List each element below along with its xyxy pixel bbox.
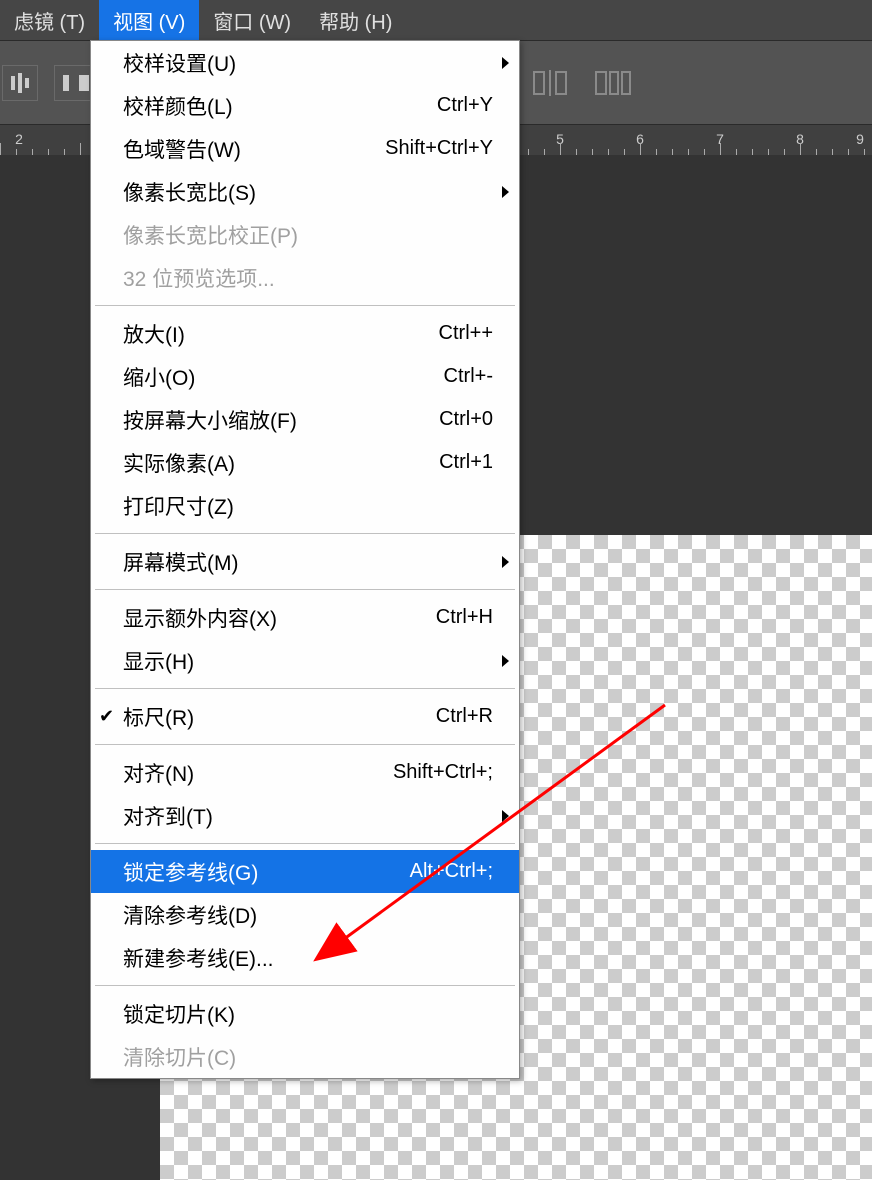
menu-label: 缩小(O) [123, 362, 444, 392]
menu-label: 校样设置(U) [123, 48, 501, 78]
menu-label: 标尺(R) [123, 702, 436, 732]
dd-show[interactable]: 显示(H) [91, 639, 519, 682]
view-dropdown: 校样设置(U) 校样颜色(L)Ctrl+Y 色域警告(W)Shift+Ctrl+… [90, 40, 520, 1079]
menu-label: 对齐(N) [123, 758, 393, 788]
chevron-right-icon [502, 57, 509, 69]
dd-print-size[interactable]: 打印尺寸(Z) [91, 484, 519, 527]
align-icon[interactable] [2, 65, 38, 101]
menu-label: 32 位预览选项... [123, 263, 501, 293]
separator [95, 305, 515, 306]
ruler-number: 9 [856, 131, 864, 147]
separator [95, 985, 515, 986]
menubar: 虑镜 (T) 视图 (V) 窗口 (W) 帮助 (H) [0, 0, 872, 40]
menu-label: 新建参考线(E)... [123, 943, 501, 973]
separator [95, 843, 515, 844]
menu-label: 校样颜色(L) [123, 91, 437, 121]
menu-window[interactable]: 窗口 (W) [199, 0, 305, 43]
shortcut: Shift+Ctrl+; [393, 761, 501, 784]
shortcut: Ctrl+0 [439, 408, 501, 431]
dd-lock-slices[interactable]: 锁定切片(K) [91, 992, 519, 1035]
dd-actual-pixels[interactable]: 实际像素(A)Ctrl+1 [91, 441, 519, 484]
menu-label: 按屏幕大小缩放(F) [123, 405, 439, 435]
dd-fit-screen[interactable]: 按屏幕大小缩放(F)Ctrl+0 [91, 398, 519, 441]
check-icon: ✔ [99, 706, 114, 727]
dd-clear-slices: 清除切片(C) [91, 1035, 519, 1078]
distribute-horiz-icon[interactable] [530, 66, 570, 100]
dd-proof-colors[interactable]: 校样颜色(L)Ctrl+Y [91, 84, 519, 127]
menu-label: 锁定参考线(G) [123, 857, 410, 887]
dd-pixel-aspect-correction: 像素长宽比校正(P) [91, 213, 519, 256]
menu-filter[interactable]: 虑镜 (T) [0, 0, 99, 43]
menu-label: 打印尺寸(Z) [123, 491, 501, 521]
menu-label: 对齐到(T) [123, 801, 501, 831]
menu-view[interactable]: 视图 (V) [99, 0, 199, 43]
menu-label: 色域警告(W) [123, 134, 385, 164]
separator [95, 589, 515, 590]
ruler-number: 2 [15, 131, 23, 147]
shortcut: Ctrl+- [444, 365, 501, 388]
separator [95, 688, 515, 689]
chevron-right-icon [502, 810, 509, 822]
shortcut: Ctrl+H [436, 606, 501, 629]
menu-label: 像素长宽比校正(P) [123, 220, 501, 250]
dd-gamut-warning[interactable]: 色域警告(W)Shift+Ctrl+Y [91, 127, 519, 170]
shortcut: Ctrl++ [439, 322, 501, 345]
menu-label: 放大(I) [123, 319, 439, 349]
shortcut: Ctrl+Y [437, 94, 501, 117]
dd-snap[interactable]: 对齐(N)Shift+Ctrl+; [91, 751, 519, 794]
dd-proof-setup[interactable]: 校样设置(U) [91, 41, 519, 84]
menu-label: 实际像素(A) [123, 448, 439, 478]
separator [95, 744, 515, 745]
dd-zoom-in[interactable]: 放大(I)Ctrl++ [91, 312, 519, 355]
dd-32bit-preview: 32 位预览选项... [91, 256, 519, 299]
shortcut: Alt+Ctrl+; [410, 860, 501, 883]
shortcut: Ctrl+1 [439, 451, 501, 474]
dd-new-guide[interactable]: 新建参考线(E)... [91, 936, 519, 979]
chevron-right-icon [502, 556, 509, 568]
dd-rulers[interactable]: ✔ 标尺(R)Ctrl+R [91, 695, 519, 738]
chevron-right-icon [502, 655, 509, 667]
dd-snap-to[interactable]: 对齐到(T) [91, 794, 519, 837]
shortcut: Shift+Ctrl+Y [385, 137, 501, 160]
dd-screen-mode[interactable]: 屏幕模式(M) [91, 540, 519, 583]
menu-label: 清除切片(C) [123, 1042, 501, 1072]
menu-label: 锁定切片(K) [123, 999, 501, 1029]
separator [95, 533, 515, 534]
chevron-right-icon [502, 186, 509, 198]
dd-zoom-out[interactable]: 缩小(O)Ctrl+- [91, 355, 519, 398]
dd-pixel-aspect-ratio[interactable]: 像素长宽比(S) [91, 170, 519, 213]
menu-label: 显示额外内容(X) [123, 603, 436, 633]
shortcut: Ctrl+R [436, 705, 501, 728]
distribute-vert-icon[interactable] [592, 66, 632, 100]
dd-clear-guides[interactable]: 清除参考线(D) [91, 893, 519, 936]
dd-lock-guides[interactable]: 锁定参考线(G)Alt+Ctrl+; [91, 850, 519, 893]
menu-label: 清除参考线(D) [123, 900, 501, 930]
dd-show-extras[interactable]: 显示额外内容(X)Ctrl+H [91, 596, 519, 639]
menu-label: 显示(H) [123, 646, 501, 676]
menu-label: 像素长宽比(S) [123, 177, 501, 207]
menu-label: 屏幕模式(M) [123, 547, 501, 577]
menu-help[interactable]: 帮助 (H) [305, 0, 406, 43]
